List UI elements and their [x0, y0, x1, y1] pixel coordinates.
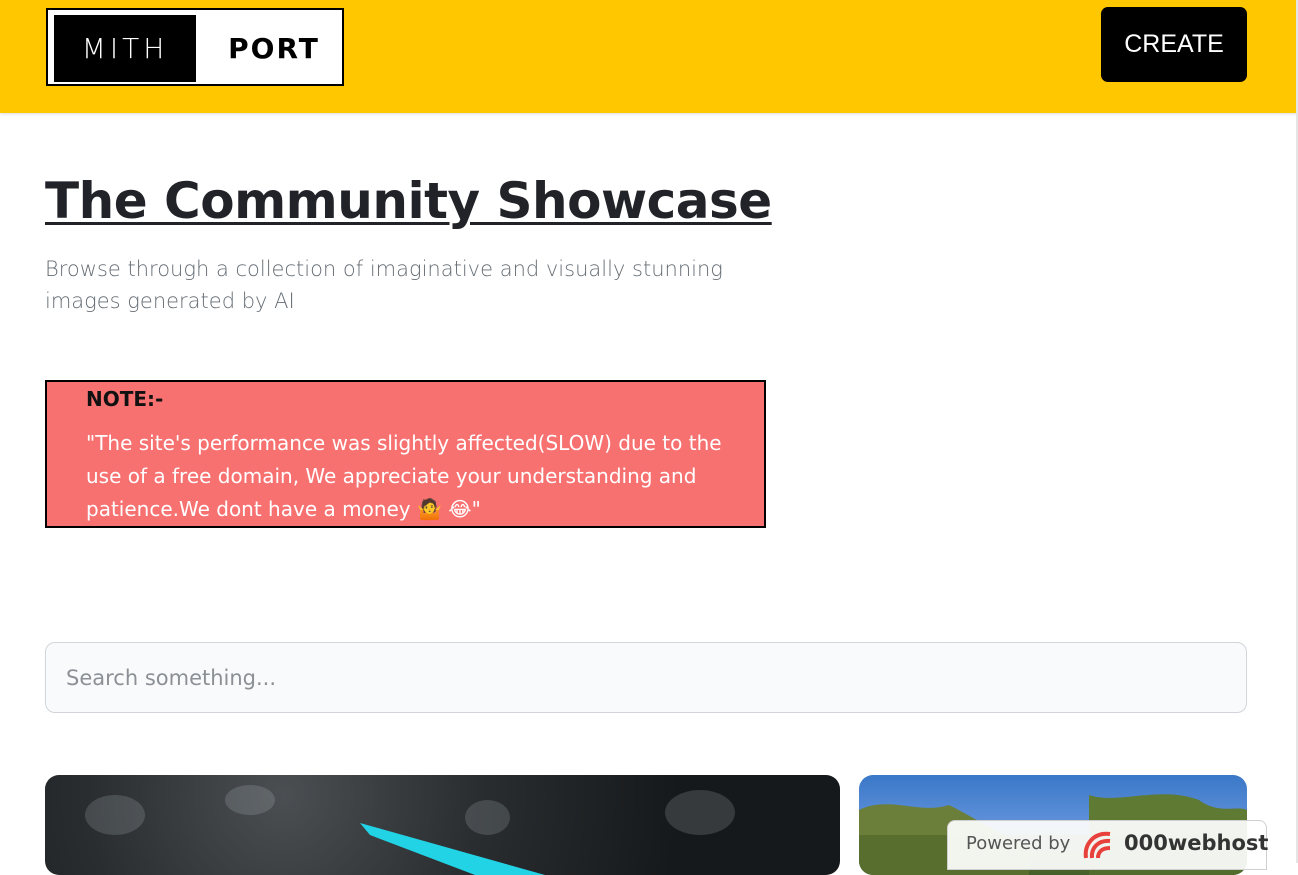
logo-text-left: MITH	[54, 15, 196, 82]
webhost-brand-text: 000webhost	[1124, 831, 1269, 855]
search-input[interactable]	[45, 642, 1247, 713]
page-title: The Community Showcase	[45, 172, 772, 230]
powered-by-text: Powered by	[966, 833, 1071, 854]
page-subtitle: Browse through a collection of imaginati…	[45, 257, 723, 313]
site-header: MITH PORT CREATE	[0, 0, 1298, 113]
webhost-logo-icon	[1083, 831, 1111, 859]
note-box: NOTE:- "The site's performance was sligh…	[45, 380, 766, 528]
site-logo[interactable]: MITH PORT	[46, 8, 344, 86]
bokeh-blob	[85, 795, 145, 835]
note-heading: NOTE:-	[86, 387, 164, 411]
paper-plane-icon	[360, 823, 545, 875]
bokeh-blob	[665, 790, 735, 835]
showcase-card[interactable]	[45, 775, 840, 875]
note-body: "The site's performance was slightly aff…	[86, 431, 722, 521]
logo-text-right: PORT	[228, 32, 320, 65]
bokeh-blob	[225, 785, 275, 815]
create-button[interactable]: CREATE	[1101, 7, 1247, 82]
